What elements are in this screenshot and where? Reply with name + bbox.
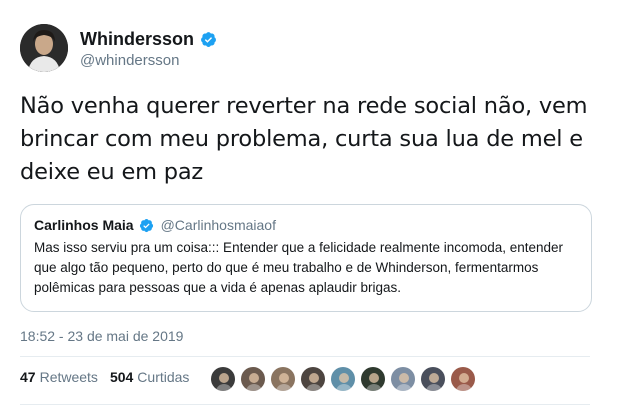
- quoted-author-name: Carlinhos Maia: [34, 217, 134, 233]
- liker-avatar[interactable]: [240, 366, 266, 392]
- likes-stat[interactable]: 504 Curtidas: [110, 369, 190, 385]
- liker-avatar[interactable]: [450, 366, 476, 392]
- liker-avatar[interactable]: [360, 366, 386, 392]
- quoted-tweet[interactable]: Carlinhos Maia @Carlinhosmaiaof Mas isso…: [20, 204, 592, 312]
- likes-label: Curtidas: [137, 369, 190, 385]
- tweet-text: Não venha querer reverter na rede social…: [20, 93, 588, 185]
- liker-avatars: [210, 366, 480, 392]
- liker-avatar[interactable]: [270, 366, 296, 392]
- author-avatar[interactable]: [20, 24, 68, 72]
- quoted-tweet-header: Carlinhos Maia @Carlinhosmaiaof: [34, 217, 276, 233]
- liker-avatar[interactable]: [300, 366, 326, 392]
- author-name-row: Whindersson: [80, 29, 217, 50]
- retweets-stat[interactable]: 47 Retweets: [20, 369, 98, 385]
- tweet-stats: 47 Retweets 504 Curtidas: [20, 369, 201, 385]
- author-handle[interactable]: @whindersson: [80, 52, 179, 69]
- retweets-count: 47: [20, 369, 36, 385]
- quoted-author-handle: @Carlinhosmaiaof: [160, 217, 276, 233]
- liker-avatar[interactable]: [330, 366, 356, 392]
- divider: [20, 404, 590, 405]
- author-display-name[interactable]: Whindersson: [80, 29, 194, 50]
- quoted-verified-badge-icon: [139, 218, 154, 233]
- retweets-label: Retweets: [39, 369, 98, 385]
- quoted-tweet-text: Mas isso serviu pra um coisa::: Entender…: [34, 240, 564, 295]
- divider: [20, 356, 590, 357]
- liker-avatar[interactable]: [210, 366, 236, 392]
- tweet-timestamp[interactable]: 18:52 - 23 de mai de 2019: [20, 328, 183, 344]
- liker-avatar[interactable]: [420, 366, 446, 392]
- liker-avatar[interactable]: [390, 366, 416, 392]
- tweet-card: Whindersson @whindersson Não venha quere…: [0, 0, 620, 409]
- likes-count: 504: [109, 369, 134, 385]
- verified-badge-icon: [200, 31, 217, 48]
